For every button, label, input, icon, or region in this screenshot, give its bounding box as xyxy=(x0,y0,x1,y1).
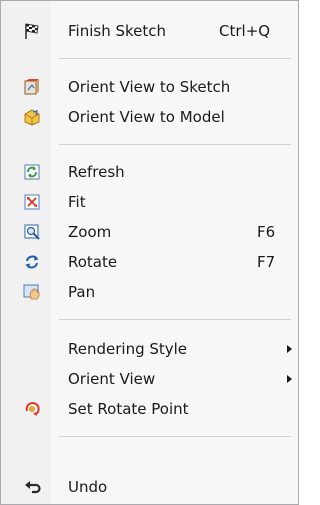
menu-item-rendering-style[interactable]: Rendering Style xyxy=(1,334,298,364)
orient-to-sketch-icon xyxy=(24,79,39,95)
menu-item-label: Finish Sketch xyxy=(68,22,167,40)
menu-item-zoom[interactable]: Zoom F6 xyxy=(1,217,298,247)
menu-item-label: Refresh xyxy=(68,163,125,181)
menu-item-finish-sketch[interactable]: Finish Sketch Ctrl+Q xyxy=(1,16,298,46)
menu-item-label: Set Rotate Point xyxy=(68,400,189,418)
shortcut-label: F7 xyxy=(257,253,276,271)
menu-item-label: Undo xyxy=(68,478,108,496)
undo-arrow-icon xyxy=(25,481,41,494)
fit-icon xyxy=(24,194,40,210)
separator xyxy=(59,436,291,437)
pan-hand-icon xyxy=(23,284,40,300)
menu-item-label: Fit xyxy=(68,193,86,211)
menu-item-label: Zoom xyxy=(68,223,112,241)
menu-item-orient-view[interactable]: Orient View xyxy=(1,364,298,394)
menu-item-refresh[interactable]: Refresh xyxy=(1,157,298,187)
menu-item-label: Rotate xyxy=(68,253,118,271)
rotate-point-icon xyxy=(25,402,40,416)
menu-item-label: Rendering Style xyxy=(68,340,188,358)
refresh-icon xyxy=(24,164,40,180)
shortcut-label: Ctrl+Q xyxy=(219,22,271,40)
menu-item-label: Pan xyxy=(68,283,96,301)
shortcut-label: F6 xyxy=(257,223,276,241)
menu-item-set-rotate-point[interactable]: Set Rotate Point xyxy=(1,394,298,424)
submenu-arrow-icon xyxy=(287,375,292,383)
menu-item-orient-view-to-model[interactable]: Orient View to Model xyxy=(1,102,298,132)
menu-item-label: Orient View to Sketch xyxy=(68,78,231,96)
checkered-flag-icon xyxy=(25,23,39,39)
menu-item-label: Orient View xyxy=(68,370,156,388)
menu-item-fit[interactable]: Fit xyxy=(1,187,298,217)
zoom-icon xyxy=(24,224,40,240)
separator xyxy=(59,319,291,320)
submenu-arrow-icon xyxy=(287,345,292,353)
separator xyxy=(59,144,291,145)
menu-item-label: Orient View to Model xyxy=(68,108,225,126)
separator xyxy=(59,58,291,59)
menu-item-undo[interactable]: Undo xyxy=(1,472,298,502)
menu-item-rotate[interactable]: Rotate F7 xyxy=(1,247,298,277)
context-menu: Finish Sketch Ctrl+Q Orient View to Sket… xyxy=(0,0,299,505)
menu-item-orient-view-to-sketch[interactable]: Orient View to Sketch xyxy=(1,72,298,102)
rotate-icon xyxy=(25,255,39,269)
menu-item-pan[interactable]: Pan xyxy=(1,277,298,307)
orient-to-model-icon xyxy=(24,109,40,126)
